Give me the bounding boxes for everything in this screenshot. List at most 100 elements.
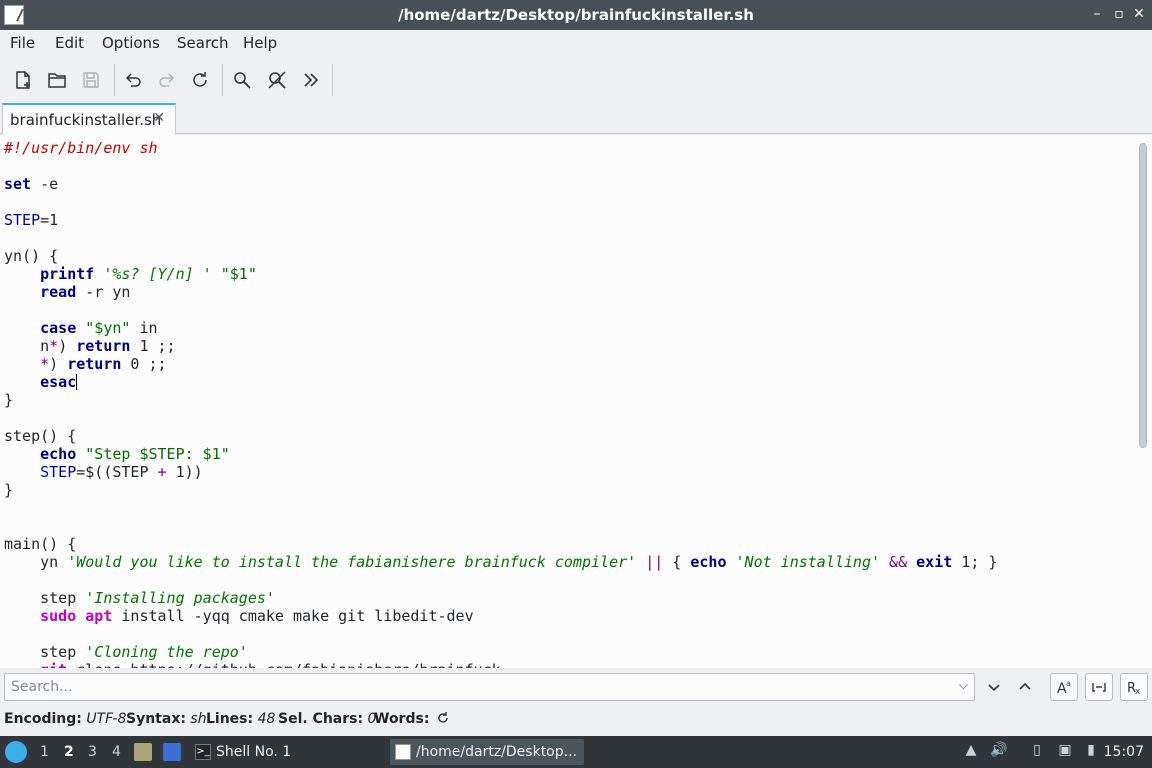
code-token: "$yn" bbox=[85, 319, 131, 337]
search-icon[interactable] bbox=[228, 66, 256, 94]
code-token: clone https://github.com/fabianishere/br… bbox=[67, 661, 500, 668]
code-token: yn bbox=[4, 553, 68, 571]
new-file-icon[interactable] bbox=[9, 66, 37, 94]
code-token: 'Installing packages' bbox=[85, 589, 275, 607]
code-token: } bbox=[4, 391, 14, 409]
code-line[interactable]: sudo apt install -yqq cmake make git lib… bbox=[4, 607, 997, 625]
tray-arrow-up-icon[interactable]: ▲ bbox=[962, 742, 980, 762]
volume-icon[interactable]: 🔊 bbox=[990, 742, 1008, 762]
code-line[interactable]: yn 'Would you like to install the fabian… bbox=[4, 553, 997, 571]
code-line[interactable]: #!/usr/bin/env sh bbox=[4, 139, 997, 157]
code-line[interactable] bbox=[4, 571, 997, 589]
code-line[interactable] bbox=[4, 229, 997, 247]
code-line[interactable] bbox=[4, 409, 997, 427]
menu-file[interactable]: File bbox=[10, 34, 35, 52]
code-line[interactable] bbox=[4, 157, 997, 175]
workspace-2[interactable]: 2 bbox=[64, 744, 74, 760]
minimize-icon[interactable]: – bbox=[1088, 5, 1106, 23]
code-text[interactable]: #!/usr/bin/env sh set -e STEP=1 yn() { prin… bbox=[4, 139, 997, 668]
code-line[interactable]: set -e bbox=[4, 175, 997, 193]
code-token: step bbox=[4, 643, 86, 661]
undo-icon[interactable] bbox=[119, 66, 147, 94]
find-next-chevron-down-icon[interactable] bbox=[980, 673, 1008, 701]
clipboard-icon[interactable]: ▯ bbox=[1028, 742, 1046, 762]
search-input[interactable] bbox=[5, 674, 935, 700]
code-line[interactable]: *) return 0 ;; bbox=[4, 355, 997, 373]
code-token: return bbox=[67, 355, 122, 373]
code-token: return bbox=[76, 337, 131, 355]
code-line[interactable]: printf '%s? [Y/n] ' "$1" bbox=[4, 265, 997, 283]
menu-search[interactable]: Search bbox=[177, 34, 229, 52]
find-previous-chevron-up-icon[interactable] bbox=[1011, 673, 1039, 701]
maximize-icon[interactable]: ▫ bbox=[1110, 5, 1128, 23]
code-line[interactable]: case "$yn" in bbox=[4, 319, 997, 337]
code-token: =$((STEP bbox=[76, 463, 158, 481]
code-token: main() { bbox=[4, 535, 77, 553]
code-token: && bbox=[889, 553, 908, 571]
code-line[interactable] bbox=[4, 193, 997, 211]
tab-brainfuckinstaller[interactable]: brainfuckinstaller.sh ✕ bbox=[2, 103, 176, 135]
code-token: ) bbox=[49, 355, 68, 373]
code-line[interactable]: read -r yn bbox=[4, 283, 997, 301]
code-line[interactable]: STEP=$((STEP + 1)) bbox=[4, 463, 997, 481]
code-token: 1; } bbox=[952, 553, 998, 571]
code-line[interactable] bbox=[4, 301, 997, 319]
code-line[interactable]: step() { bbox=[4, 427, 997, 445]
code-token: 'Would you like to install the fabianish… bbox=[67, 553, 637, 571]
network-icon[interactable]: ▣ bbox=[1056, 742, 1074, 762]
code-token: set bbox=[4, 175, 32, 193]
menu-edit[interactable]: Edit bbox=[55, 34, 84, 52]
workspace-4[interactable]: 4 bbox=[112, 744, 121, 760]
code-token: apt bbox=[85, 607, 113, 625]
task-featherpad[interactable]: /home/dartz/Desktop... bbox=[390, 739, 584, 765]
code-line[interactable]: step 'Cloning the repo' bbox=[4, 643, 997, 661]
more-icon[interactable] bbox=[297, 66, 325, 94]
close-window-icon[interactable]: ✕ bbox=[1130, 5, 1148, 23]
match-case-icon[interactable]: Aa bbox=[1050, 673, 1078, 701]
code-token: echo bbox=[40, 445, 77, 463]
tab-label: brainfuckinstaller.sh bbox=[10, 111, 162, 129]
code-line[interactable] bbox=[4, 499, 997, 517]
open-folder-icon[interactable] bbox=[43, 66, 71, 94]
terminal-icon: >_ bbox=[195, 744, 211, 760]
code-line[interactable]: step 'Installing packages' bbox=[4, 589, 997, 607]
code-line[interactable]: esac bbox=[4, 373, 997, 391]
code-line[interactable]: yn() { bbox=[4, 247, 997, 265]
code-token: STEP bbox=[4, 211, 41, 229]
refresh-word-count-icon[interactable] bbox=[436, 711, 450, 729]
whole-word-icon[interactable] bbox=[1085, 673, 1113, 701]
replace-icon[interactable] bbox=[263, 66, 291, 94]
code-line[interactable]: } bbox=[4, 481, 997, 499]
task-shell[interactable]: >_ Shell No. 1 bbox=[190, 739, 380, 765]
code-line[interactable]: git clone https://github.com/fabianisher… bbox=[4, 661, 997, 668]
menu-options[interactable]: Options bbox=[102, 34, 160, 52]
search-history-chevron-icon[interactable]: ⌵ bbox=[959, 678, 968, 693]
code-token: =1 bbox=[40, 211, 59, 229]
code-line[interactable]: main() { bbox=[4, 535, 997, 553]
vertical-scrollbar[interactable] bbox=[1139, 143, 1147, 448]
show-desktop-icon[interactable] bbox=[163, 743, 181, 761]
redo-icon[interactable] bbox=[153, 66, 181, 94]
file-manager-icon[interactable] bbox=[134, 743, 152, 761]
code-line[interactable]: echo "Step $STEP: $1" bbox=[4, 445, 997, 463]
reload-icon[interactable] bbox=[186, 66, 214, 94]
workspace-3[interactable]: 3 bbox=[88, 744, 97, 760]
menu-help[interactable]: Help bbox=[243, 34, 277, 52]
code-line[interactable]: STEP=1 bbox=[4, 211, 997, 229]
code-line[interactable] bbox=[4, 517, 997, 535]
regex-icon[interactable]: Rx bbox=[1120, 673, 1148, 701]
start-menu-icon[interactable] bbox=[5, 741, 27, 763]
taskbar: 1 2 3 4 >_ Shell No. 1 /home/dartz/Deskt… bbox=[0, 736, 1152, 768]
code-line[interactable]: n*) return 1 ;; bbox=[4, 337, 997, 355]
code-editor[interactable]: #!/usr/bin/env sh set -e STEP=1 yn() { prin… bbox=[0, 135, 1152, 668]
battery-icon[interactable]: ▮ bbox=[1082, 742, 1100, 762]
save-icon[interactable] bbox=[77, 66, 105, 94]
code-line[interactable] bbox=[4, 625, 997, 643]
code-line[interactable]: } bbox=[4, 391, 997, 409]
workspace-1[interactable]: 1 bbox=[40, 744, 49, 760]
close-tab-icon[interactable]: ✕ bbox=[153, 110, 165, 126]
text-editor-icon bbox=[395, 744, 411, 760]
code-token: ) bbox=[58, 337, 77, 355]
search-field[interactable]: ⌵ bbox=[4, 673, 975, 701]
